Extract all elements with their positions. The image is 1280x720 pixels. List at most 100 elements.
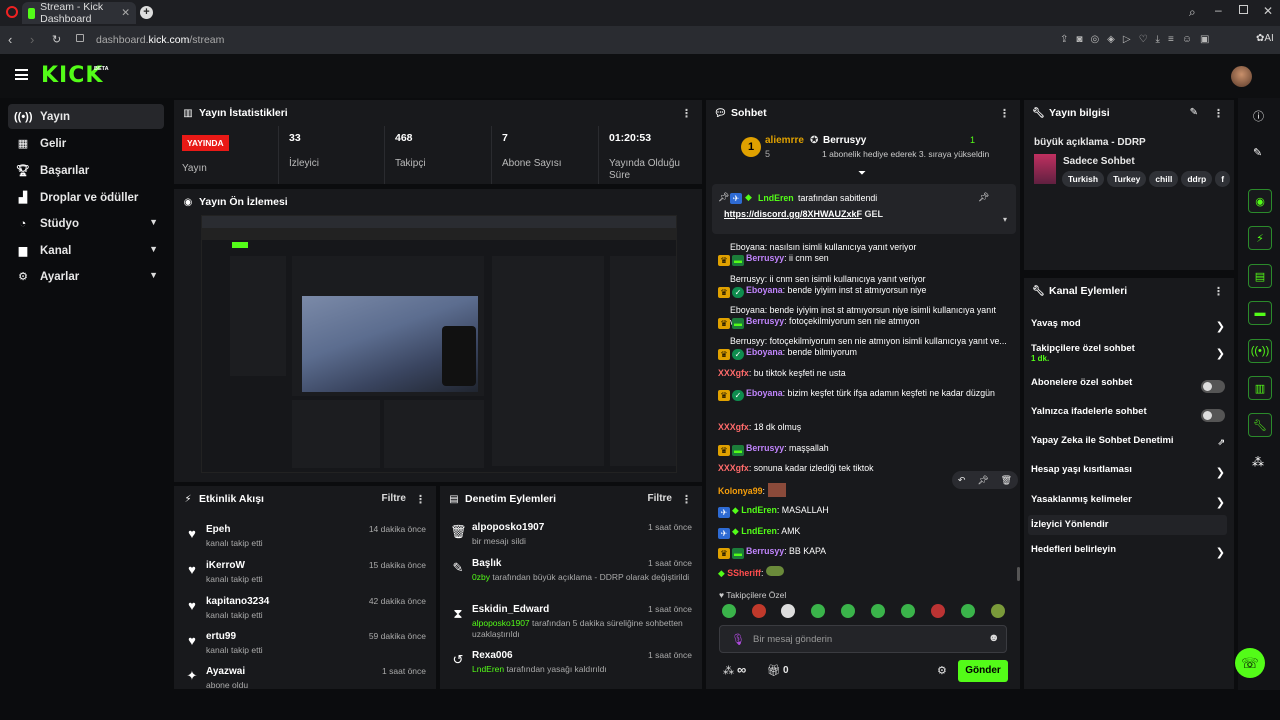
camera-icon[interactable]: ◙ — [1076, 34, 1082, 45]
opera-logo-icon[interactable] — [6, 6, 18, 18]
tag[interactable]: chill — [1149, 171, 1179, 187]
action-followers-only[interactable]: Takipçilere özel sohbet 1 dk. ❯ — [1031, 343, 1227, 363]
chat-message[interactable]: ♛ ▬ Berrusyy: fotoçekilmiyorum sen nie atm… — [718, 315, 1008, 329]
emote-icon[interactable] — [841, 604, 855, 618]
ai-button[interactable]: ✿AI — [1256, 33, 1274, 44]
pinned-by-user[interactable]: LndEren — [758, 193, 794, 203]
heart-icon[interactable]: ♡ — [1139, 34, 1148, 45]
forward-icon[interactable]: › — [30, 32, 34, 47]
chat-message[interactable]: ✈ ◆ LndEren: AMK — [718, 525, 1008, 539]
sidebar-item-basarilar[interactable]: 🏆︎ Başarılar — [8, 158, 164, 183]
users-icon[interactable]: ⁂ — [723, 664, 734, 677]
back-icon[interactable]: ‹ — [8, 32, 12, 47]
action-slow-mode[interactable]: Yavaş mod ❯ — [1031, 318, 1227, 338]
top-gifter-name[interactable]: aliemrre — [765, 135, 804, 146]
sidebar-item-gelir[interactable]: ▦ Gelir — [8, 131, 164, 156]
more-options-icon[interactable]: ⋮ — [681, 107, 692, 120]
filter-button[interactable]: Filtre — [382, 493, 406, 504]
extension-icon[interactable]: ▣ — [1200, 34, 1209, 45]
chat-message[interactable]: ♛ ▬ Berrusyy: maşşallah — [718, 442, 1008, 456]
emote-icon[interactable] — [752, 604, 766, 618]
action-set-goals[interactable]: Hedefleri belirleyin ❯ — [1031, 544, 1227, 564]
chat-message[interactable]: XXXgfx: 18 dk olmuş — [718, 421, 1008, 433]
emote-icon[interactable] — [871, 604, 885, 618]
trash-icon[interactable]: 🗑︎ — [1001, 475, 1012, 486]
close-window-button[interactable]: ✕ — [1263, 4, 1273, 18]
chat-message[interactable]: ✈ ◆ LndEren: MASALLAH — [718, 504, 1008, 518]
document-shortcut-icon[interactable]: ▤ — [1248, 264, 1272, 288]
share-icon[interactable]: ⇪ — [1060, 34, 1068, 45]
send-button[interactable]: Gönder — [958, 660, 1008, 682]
action-emotes-only[interactable]: Yalnızca ifadelerle sohbet — [1031, 406, 1227, 426]
emote-icon[interactable] — [961, 604, 975, 618]
microphone-icon[interactable]: 🎙︎ — [731, 633, 745, 646]
lightning-shortcut-icon[interactable]: ⚡ — [1248, 226, 1272, 250]
toggle-switch[interactable] — [1201, 380, 1225, 393]
tag[interactable]: ddrp — [1181, 171, 1213, 187]
pinned-link[interactable]: https://discord.gg/8XHWAUZxkF — [724, 209, 862, 219]
pencil-icon[interactable]: ✎ — [1253, 146, 1262, 159]
action-subscribers-only[interactable]: Abonelere özel sohbet — [1031, 377, 1227, 397]
info-icon[interactable]: ⓘ — [1253, 108, 1264, 124]
reply-icon[interactable]: ↶ — [958, 475, 966, 486]
sidebar-item-ayarlar[interactable]: ⚙ Ayarlar ▼ — [8, 264, 164, 289]
action-banned-words[interactable]: Yasaklanmış kelimeler ❯ — [1031, 494, 1227, 514]
toggle-switch[interactable] — [1201, 409, 1225, 422]
chat-message[interactable]: ♛ ✓ Eboyana: bizim keşfet türk ifşa adamın… — [718, 387, 1008, 401]
browser-tab[interactable]: Stream - Kick Dashboard ✕ — [22, 1, 136, 25]
more-options-icon[interactable]: ⋮ — [1213, 107, 1224, 120]
new-tab-button[interactable]: + — [140, 6, 153, 19]
search-tabs-icon[interactable]: ⌕ — [1189, 5, 1196, 20]
download-icon[interactable]: ⤓ — [1156, 34, 1160, 45]
hamburger-menu-icon[interactable] — [15, 69, 28, 80]
stats-shortcut-icon[interactable]: ▥ — [1248, 376, 1272, 400]
more-options-icon[interactable]: ⋮ — [999, 107, 1010, 120]
collapse-icon[interactable]: ⏷ — [858, 168, 866, 179]
filter-button[interactable]: Filtre — [648, 493, 672, 504]
category-name[interactable]: Sadece Sohbet — [1063, 156, 1135, 167]
unpin-icon[interactable]: 📌︎ — [978, 192, 989, 203]
add-widget-icon[interactable]: ⁂ — [1252, 455, 1264, 469]
minimize-button[interactable]: – — [1215, 3, 1222, 17]
tag[interactable]: Turkish — [1062, 171, 1105, 187]
preview-shortcut-icon[interactable]: ◉ — [1248, 189, 1272, 213]
stream-video[interactable] — [201, 215, 677, 473]
emote-icon[interactable] — [722, 604, 736, 618]
action-ai-moderation[interactable]: Yapay Zeka ile Sohbet Denetimi ⇗ — [1031, 435, 1227, 455]
tag[interactable]: Turkey — [1107, 171, 1147, 187]
edit-icon[interactable]: ✎ — [1190, 107, 1198, 118]
sidebar-item-yayin[interactable]: ((•)) Yayın — [8, 104, 164, 129]
maximize-button[interactable] — [1239, 5, 1248, 14]
gift-box-icon[interactable]: 🎁︎ — [767, 664, 781, 677]
more-options-icon[interactable]: ⋮ — [1213, 285, 1224, 298]
menu-icon[interactable]: ≡ — [1168, 34, 1174, 45]
action-account-age[interactable]: Hesap yaşı kısıtlaması ❯ — [1031, 464, 1227, 484]
tag[interactable]: f — [1215, 171, 1231, 187]
broadcast-shortcut-icon[interactable]: ((•)) — [1248, 339, 1272, 363]
chat-message[interactable]: ♛ ✓ Eboyana: bende bilmiyorum — [718, 346, 1008, 360]
chat-message[interactable]: ♛ ▬ Berrusyy: ii cnm sen — [718, 252, 1008, 266]
play-icon[interactable]: ▷ — [1123, 34, 1131, 45]
pin-icon[interactable]: 📌︎ — [977, 475, 988, 486]
expand-icon[interactable]: ▾ — [1003, 215, 1007, 224]
sidebar-item-droplar[interactable]: ▟ Droplar ve ödüller — [8, 185, 164, 210]
emote-icon[interactable] — [991, 604, 1005, 618]
action-redirect-viewers[interactable]: İzleyici Yönlendir — [1031, 519, 1227, 539]
emote-icon[interactable] — [901, 604, 915, 618]
sidebar-item-kanal[interactable]: ▆ Kanal ▼ — [8, 238, 164, 263]
chat-message[interactable]: XXXgfx: bu tiktok keşfeti ne usta — [718, 367, 1008, 379]
url-text[interactable]: dashboard.kick.com/stream — [96, 34, 224, 46]
chevron-down-icon[interactable]: ▼ — [149, 244, 158, 254]
pinned-message[interactable]: 📌︎ ✈ ◆ LndEren tarafından sabitlendi 📌︎ … — [712, 184, 1016, 234]
more-options-icon[interactable]: ⋮ — [681, 493, 692, 506]
emote-icon[interactable] — [931, 604, 945, 618]
chat-message[interactable]: ◆ SSheriff: — [718, 566, 1008, 579]
emote-icon[interactable] — [811, 604, 825, 618]
chat-shortcut-icon[interactable]: ▬ — [1248, 301, 1272, 325]
gifter-name[interactable]: Berrusyy — [823, 135, 866, 146]
more-options-icon[interactable]: ⋮ — [415, 493, 426, 506]
sidebar-item-studyo[interactable]: ◔ Stüdyo ▼ — [8, 211, 164, 236]
chat-scrollbar[interactable] — [1017, 567, 1020, 581]
close-tab-icon[interactable]: ✕ — [121, 7, 130, 19]
profile-icon[interactable]: ☺ — [1182, 34, 1192, 45]
